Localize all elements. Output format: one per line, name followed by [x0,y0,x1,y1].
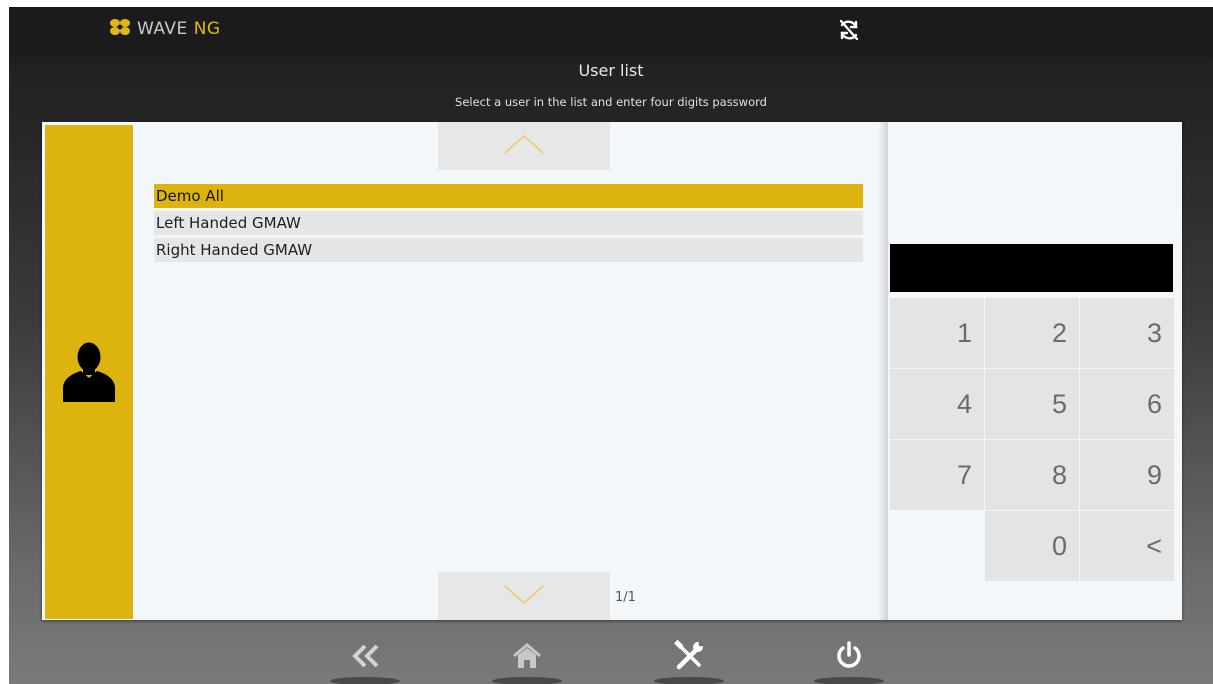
bottom-nav [9,627,1213,684]
key-0[interactable]: 0 [985,511,1079,581]
chevron-down-icon [503,583,545,609]
user-row-right-handed-gmaw[interactable]: Right Handed GMAW [154,238,863,262]
scroll-up-button[interactable] [438,122,610,170]
settings-tools-button[interactable] [654,637,724,684]
settings-tools-button-shadow [654,677,724,684]
key-9[interactable]: 9 [1080,440,1174,510]
user-row-left-handed-gmaw[interactable]: Left Handed GMAW [154,211,863,235]
power-button[interactable] [814,637,884,684]
page-title: User list [578,61,644,80]
back-button-shadow [330,677,400,684]
brand-logo: WAVE NG [109,16,221,42]
page-indicator: 1/1 [615,590,636,605]
password-display [890,244,1173,292]
double-chevron-left-icon [350,643,380,673]
brand-name: WAVE NG [137,19,221,39]
key-4[interactable]: 4 [890,369,984,439]
power-button-shadow [814,677,884,684]
login-panel: Demo All Left Handed GMAW Right Handed G… [42,122,1182,620]
tools-icon [673,639,705,676]
panel-divider [878,122,888,620]
user-row-demo-all[interactable]: Demo All [154,184,863,208]
home-button[interactable] [492,637,562,684]
key-5[interactable]: 5 [985,369,1079,439]
page-subtitle: Select a user in the list and enter four… [455,95,767,109]
power-icon [835,641,863,675]
key-2[interactable]: 2 [985,298,1079,368]
top-bar: WAVE NG [9,7,1213,57]
key-7[interactable]: 7 [890,440,984,510]
sync-disabled-icon[interactable] [837,18,861,46]
home-button-shadow [492,677,562,684]
home-icon [512,642,542,674]
key-backspace[interactable]: < [1080,511,1174,581]
numeric-keypad: 1 2 3 4 5 6 7 8 9 0 < [890,298,1174,581]
wave-flower-logo-icon [109,18,131,40]
brand-name-accent: NG [193,19,221,39]
key-1[interactable]: 1 [890,298,984,368]
user-silhouette-icon [59,340,119,406]
key-8[interactable]: 8 [985,440,1079,510]
back-button[interactable] [330,637,400,684]
key-6[interactable]: 6 [1080,369,1174,439]
screen: WAVE NG User list Select a user in the l… [9,7,1213,684]
user-list-column: Demo All Left Handed GMAW Right Handed G… [133,122,882,620]
key-3[interactable]: 3 [1080,298,1174,368]
scroll-down-button[interactable] [438,572,610,620]
user-sidebar [45,125,133,619]
chevron-up-icon [503,133,545,159]
